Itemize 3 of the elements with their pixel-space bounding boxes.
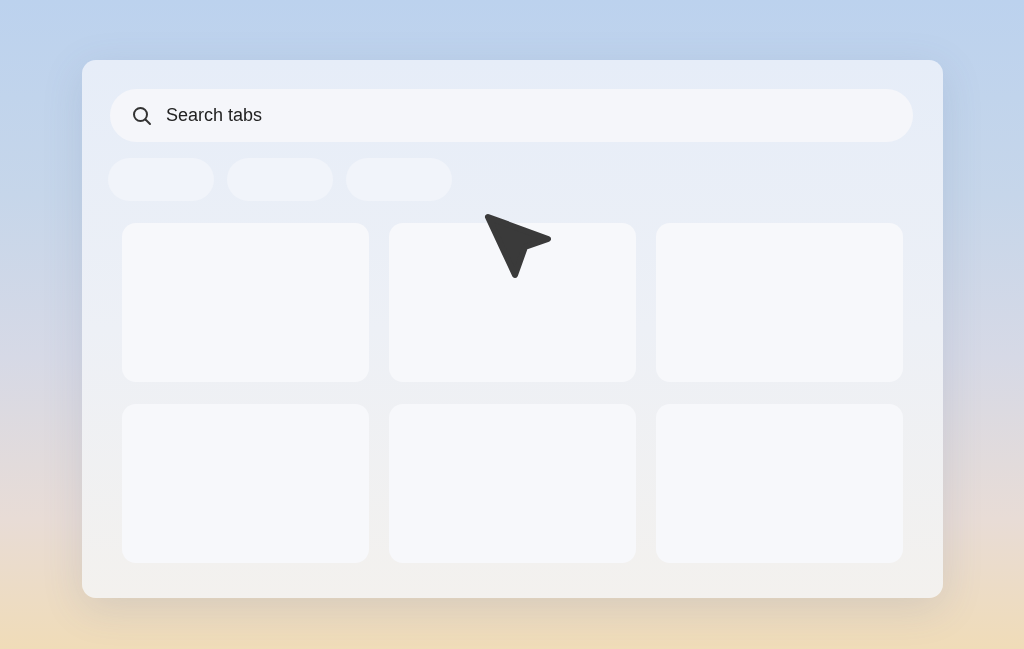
search-icon [132,106,152,126]
tab-card[interactable] [389,223,636,382]
search-field[interactable]: Search tabs [110,89,913,142]
